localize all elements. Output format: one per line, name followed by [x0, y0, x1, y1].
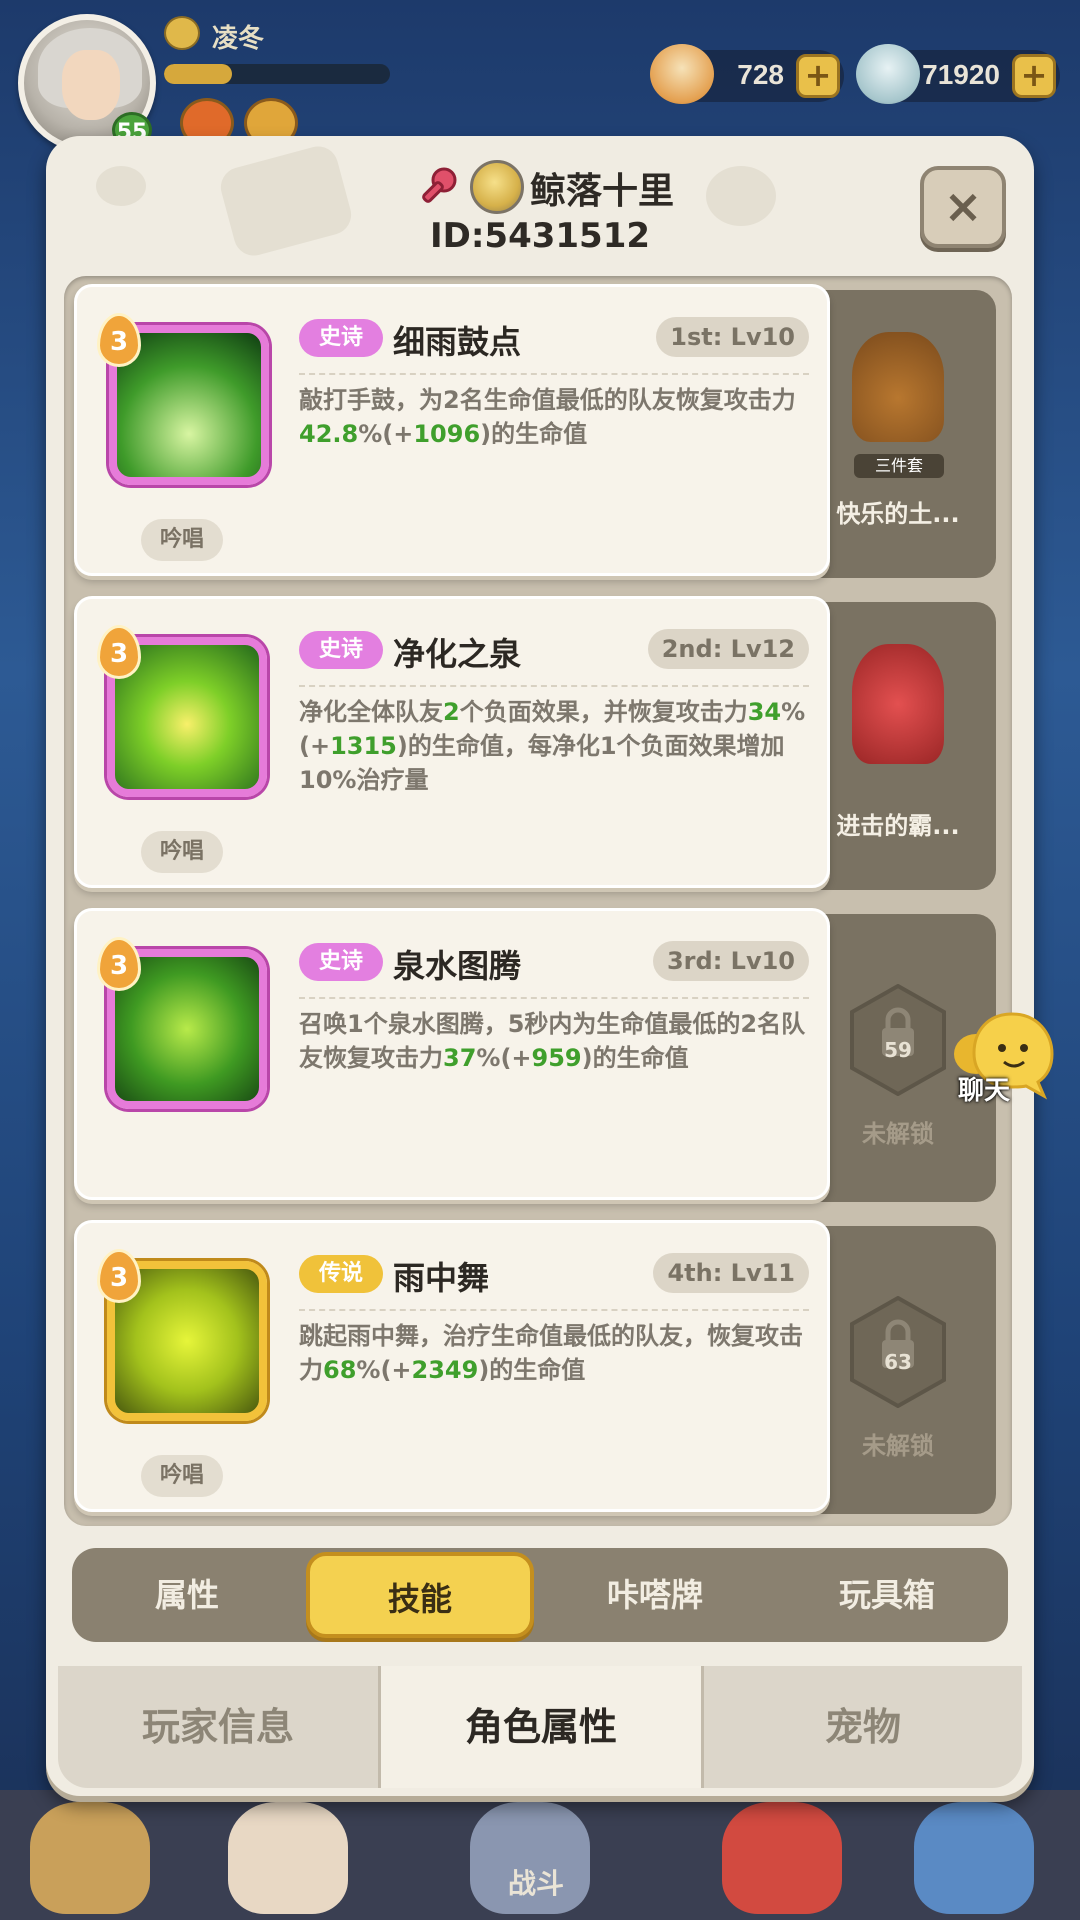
pearl-shell-icon — [856, 44, 920, 104]
skill-slot-level: 2nd: Lv12 — [647, 629, 809, 669]
tab-toybox[interactable]: 玩具箱 — [772, 1548, 1002, 1642]
add-pearl-button[interactable]: + — [1012, 54, 1056, 98]
divider — [299, 1309, 809, 1311]
currency-pearl-value: 71920 — [922, 59, 1000, 90]
skill-name: 雨中舞 — [393, 1259, 490, 1297]
nav-character-5[interactable] — [914, 1802, 1034, 1914]
player-rank-icon — [164, 16, 200, 50]
avatar-face — [62, 50, 120, 120]
close-button[interactable]: × — [920, 166, 1006, 248]
skill-slot-level: 1st: Lv10 — [656, 317, 809, 357]
tab-character-attributes[interactable]: 角色属性 — [381, 1666, 701, 1788]
skill-level-flame: 3 — [97, 1249, 141, 1303]
skill-card[interactable]: 3 史诗 泉水图腾 3rd: Lv10 召唤1个泉水图腾，5秒内为生命值最低的2… — [74, 908, 830, 1200]
cast-tag: 吟唱 — [141, 831, 223, 873]
rarity-badge: 史诗 — [299, 319, 383, 357]
nav-character-4[interactable] — [722, 1802, 842, 1914]
skill-description: 敲打手鼓，为2名生命值最低的队友恢复攻击力42.8%(+1096)的生命值 — [299, 386, 796, 448]
pet-set-badge: 三件套 — [854, 454, 944, 478]
cast-tag: 吟唱 — [141, 1455, 223, 1497]
add-shell-button[interactable]: + — [796, 54, 840, 98]
profile-id: ID:5431512 — [429, 216, 651, 256]
xp-fill — [164, 64, 232, 84]
tab-cards[interactable]: 咔嗒牌 — [540, 1548, 770, 1642]
profile-name: 鲸落十里 — [530, 171, 675, 212]
panel-doodle — [96, 166, 146, 206]
lock-level: 63 — [884, 1350, 912, 1374]
skill-slot-level: 4th: Lv11 — [653, 1253, 809, 1293]
rarity-badge: 史诗 — [299, 943, 383, 981]
currency-pearl: 71920 + — [856, 44, 1060, 104]
tab-player-info[interactable]: 玩家信息 — [58, 1666, 378, 1788]
skill-level-flame: 3 — [97, 625, 141, 679]
top-hud: 55 凌冬 728 + 71920 + — [0, 0, 1080, 152]
main-tab-bar: 玩家信息 角色属性 宠物 — [58, 1666, 1022, 1788]
tab-skills[interactable]: 技能 — [306, 1552, 534, 1638]
skill-level-flame: 3 — [97, 937, 141, 991]
xp-bar — [164, 64, 390, 84]
skill-description: 召唤1个泉水图腾，5秒内为生命值最低的2名队友恢复攻击力37%(+959)的生命… — [299, 1010, 806, 1072]
skill-name: 细雨鼓点 — [393, 323, 522, 361]
divider — [299, 997, 809, 999]
chat-label[interactable]: 聊天 — [958, 1070, 1010, 1107]
tab-pet[interactable]: 宠物 — [704, 1666, 1022, 1788]
rarity-badge: 史诗 — [299, 631, 383, 669]
skill-level-flame: 3 — [97, 313, 141, 367]
divider — [299, 373, 809, 375]
nav-battle-label[interactable]: 战斗 — [508, 1862, 564, 1902]
tab-attributes[interactable]: 属性 — [72, 1548, 302, 1642]
skill-card[interactable]: 3 吟唱 史诗 细雨鼓点 1st: Lv10 敲打手鼓，为2名生命值最低的队友恢… — [74, 284, 830, 576]
nav-character-1[interactable] — [30, 1802, 150, 1914]
pet-figure-icon — [852, 332, 944, 442]
currency-shell: 728 + — [650, 44, 844, 104]
shell-icon — [650, 44, 714, 104]
skill-name: 净化之泉 — [393, 635, 522, 673]
skill-name: 泉水图腾 — [393, 947, 522, 985]
cast-tag: 吟唱 — [141, 519, 223, 561]
skill-card[interactable]: 3 吟唱 史诗 净化之泉 2nd: Lv12 净化全体队友2个负面效果，并恢复攻… — [74, 596, 830, 888]
nav-character-2[interactable] — [228, 1802, 348, 1914]
skill-slot-level: 3rd: Lv10 — [652, 941, 809, 981]
key-icon — [416, 166, 460, 210]
skill-description: 跳起雨中舞，治疗生命值最低的队友，恢复攻击力68%(+2349)的生命值 — [299, 1322, 803, 1384]
player-name: 凌冬 — [212, 24, 265, 54]
skill-card[interactable]: 3 吟唱 传说 雨中舞 4th: Lv11 跳起雨中舞，治疗生命值最低的队友，恢… — [74, 1220, 830, 1512]
rarity-badge: 传说 — [299, 1255, 383, 1293]
lock-level: 59 — [884, 1038, 912, 1062]
currency-shell-value: 728 — [737, 59, 784, 90]
skill-description: 净化全体队友2个负面效果，并恢复攻击力34%(+1315)的生命值，每净化1个负… — [299, 698, 806, 794]
rank-icon — [470, 160, 524, 214]
sub-tab-bar: 属性 技能 咔嗒牌 玩具箱 — [72, 1548, 1008, 1642]
divider — [299, 685, 809, 687]
pet-figure-icon — [852, 644, 944, 764]
